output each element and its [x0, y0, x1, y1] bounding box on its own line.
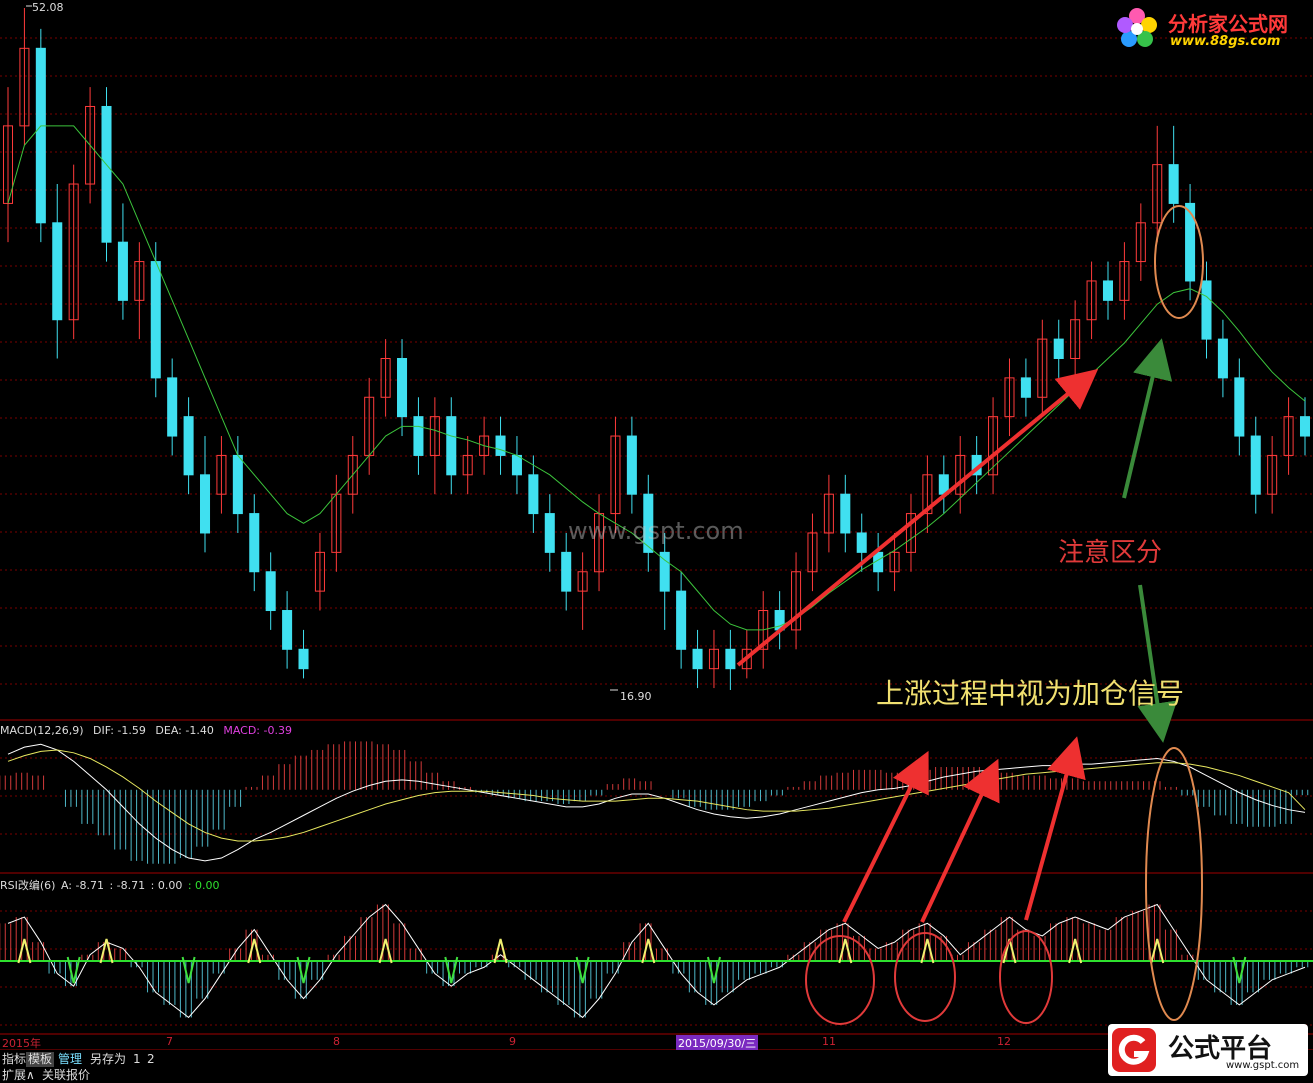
note-add-position: 上涨过程中视为加仓信号 [876, 677, 1185, 710]
rsi-sell-signal [247, 938, 262, 964]
rsi-sell-signal [838, 938, 853, 964]
candle-body [725, 648, 736, 670]
candle-body [282, 610, 293, 650]
candle-body [561, 551, 572, 592]
macd-value-label: MACD: -0.39 [223, 724, 292, 737]
candle-body [511, 454, 522, 476]
candle-body [413, 416, 424, 456]
rsi-sell-signal [378, 938, 393, 964]
candle-body [1201, 280, 1212, 340]
rsi-sell-signal [99, 938, 114, 964]
macd-title: MACD(12,26,9) DIF: -1.59 DEA: -1.40 MACD… [0, 724, 298, 737]
date-label: 11 [822, 1035, 836, 1048]
macd-dea-label: DEA: -1.40 [155, 724, 214, 737]
price-high-label: 52.08 [32, 1, 64, 14]
rsi-title: RSI改编(6) A: -8.71 : -8.71 : 0.00 : 0.00 [0, 877, 226, 893]
rsi-sell-signal [641, 938, 656, 964]
macd-name: MACD(12,26,9) [0, 724, 84, 737]
date-label: 8 [333, 1035, 340, 1048]
candle-body [35, 47, 46, 224]
candle-body [1020, 377, 1031, 398]
site-logo-bottom: 公式平台 www.gspt.com [1108, 1024, 1308, 1076]
rsi-sell-signal [17, 938, 32, 964]
rsi-d-label: : 0.00 [187, 879, 220, 892]
candle-body [544, 513, 555, 553]
candle-body [1102, 280, 1114, 301]
note-attention: 注意区分 [1058, 538, 1163, 568]
candle-body [167, 377, 178, 437]
rsi-sell-signal [920, 938, 935, 964]
watermark: www.gspt.com [568, 517, 744, 545]
date-label: 9 [509, 1035, 516, 1048]
tab-indicator[interactable]: 指标 [0, 1052, 28, 1067]
signal-arrow [842, 750, 929, 923]
rsi-sell-signal [1150, 938, 1165, 964]
candle-body [1168, 164, 1179, 204]
candle-body [1250, 435, 1261, 495]
candle-body [150, 261, 161, 379]
rsi-c-label: : 0.00 [150, 879, 183, 892]
candle-body [446, 416, 457, 476]
site-logo-title: 分析家公式网 [1168, 12, 1288, 36]
rsi-b-label: : -8.71 [109, 879, 146, 892]
candle-body [249, 513, 260, 573]
candle-body [528, 474, 539, 515]
tab-page-1[interactable]: 1 [131, 1052, 143, 1067]
expand-button[interactable]: 扩展∧ [0, 1068, 37, 1083]
site-logo-bottom-url: www.gspt.com [1226, 1060, 1300, 1071]
date-cursor-label: 2015/09/30/三 [676, 1035, 759, 1051]
site-logo-top: 分析家公式网 www.88gs.com [1110, 4, 1310, 56]
tab-save-as[interactable]: 另存为 [88, 1052, 128, 1067]
candle-body [1299, 416, 1311, 437]
rsi-name: RSI改编(6) [0, 879, 56, 892]
candle-body [856, 532, 867, 553]
candle-body [397, 357, 408, 418]
candle-body [659, 551, 670, 592]
candle-body [117, 241, 128, 301]
rsi-sell-signal [1068, 938, 1083, 964]
macd-dif-label: DIF: -1.59 [93, 724, 146, 737]
attention-arrow-up [1122, 338, 1173, 499]
candle-body [101, 105, 112, 243]
highlight-ellipse [1145, 747, 1203, 1021]
date-label: 12 [997, 1035, 1011, 1048]
candle-body [1053, 338, 1064, 359]
tab-page-2[interactable]: 2 [145, 1052, 157, 1067]
candle-body [199, 474, 211, 534]
candle-body [52, 222, 63, 321]
highlight-ellipse [1154, 205, 1204, 319]
candle-body [840, 493, 851, 534]
date-label: 2015年 [2, 1037, 41, 1050]
candle-body [495, 435, 506, 456]
signal-ellipse [999, 930, 1053, 1024]
signal-arrow [920, 758, 1000, 923]
rsi-sell-signal [493, 938, 508, 964]
price-low-label: 16.90 [620, 690, 652, 703]
site-logo-url: www.88gs.com [1170, 34, 1281, 49]
rsi-a-label: A: -8.71 [60, 879, 104, 892]
flower-logo-icon [1117, 8, 1157, 47]
candle-body [232, 454, 243, 515]
related-quote-button[interactable]: 关联报价 [40, 1068, 92, 1083]
tab-manage[interactable]: 管理 [56, 1052, 84, 1067]
candle-body [1217, 338, 1228, 379]
candle-body [183, 416, 194, 476]
candle-body [626, 435, 637, 495]
signal-arrow [1024, 736, 1086, 921]
candle-body [1234, 377, 1245, 437]
tab-template[interactable]: 模板 [26, 1052, 55, 1067]
candle-body [265, 571, 276, 612]
candle-body [298, 648, 309, 670]
candle-body [692, 648, 703, 670]
g-logo-icon [1112, 1028, 1156, 1072]
date-label: 7 [166, 1035, 173, 1048]
candle-body [676, 590, 687, 650]
